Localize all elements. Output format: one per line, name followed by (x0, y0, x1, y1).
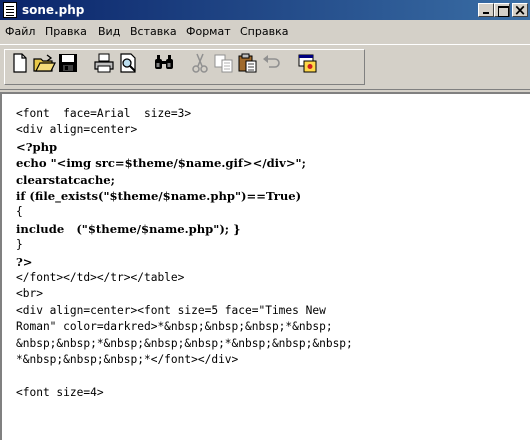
window-title: sone.php (22, 3, 85, 17)
find-icon[interactable] (152, 51, 176, 75)
save-icon[interactable] (56, 51, 80, 75)
menu-edit[interactable]: Правка (45, 25, 87, 39)
menu-bar: Файл Правка Вид Вставка Формат Справка (0, 22, 530, 42)
cut-icon[interactable] (188, 51, 212, 75)
menu-insert[interactable]: Вставка (130, 25, 177, 39)
toolbar (0, 44, 530, 90)
code-line: Roman" color=darkred>*&nbsp;&nbsp;&nbsp;… (16, 320, 333, 334)
notepad-window: sone.php Файл Правка Вид Вставка Формат … (0, 0, 530, 440)
code-line: <br> (16, 287, 43, 301)
text-editor[interactable]: <font face=Arial size=3> <div align=cente… (0, 92, 530, 440)
code-line: clearstatcache; (16, 172, 115, 187)
undo-icon[interactable] (260, 51, 284, 75)
new-document-icon[interactable] (8, 51, 32, 75)
code-line: include ("$theme/$name.php"); } (16, 221, 241, 236)
maximize-button[interactable] (494, 3, 510, 17)
code-line: &nbsp;&nbsp;*&nbsp;&nbsp;&nbsp;*&nbsp;&n… (16, 336, 353, 350)
menu-format[interactable]: Формат (186, 25, 231, 39)
code-line: <font size=4> (16, 385, 104, 399)
code-line: <div align=center> (16, 123, 138, 137)
minimize-button[interactable] (478, 3, 494, 17)
menu-view[interactable]: Вид (98, 25, 120, 39)
code-line: <div align=center><font size=5 face="Tim… (16, 303, 326, 317)
code-line: ?> (16, 254, 33, 269)
code-line: } (16, 238, 23, 252)
insert-object-icon[interactable] (296, 51, 320, 75)
code-line: <?php (16, 139, 58, 154)
menu-file[interactable]: Файл (5, 25, 35, 39)
code-line: echo "<img src=$theme/$name.gif></div>"; (16, 156, 306, 171)
document-icon[interactable] (3, 2, 17, 18)
title-bar[interactable]: sone.php (0, 0, 530, 20)
code-line: { (16, 205, 23, 219)
code-line: if (file_exists("$theme/$name.php")==Tru… (16, 189, 302, 203)
print-icon[interactable] (92, 51, 116, 75)
code-line: <font face=Arial size=3> (16, 107, 192, 120)
close-button[interactable] (512, 1, 528, 19)
code-line: </font></td></tr></table> (16, 271, 185, 284)
open-folder-icon[interactable] (32, 51, 56, 75)
print-preview-icon[interactable] (116, 51, 140, 75)
paste-icon[interactable] (236, 51, 260, 75)
copy-icon[interactable] (212, 51, 236, 75)
menu-help[interactable]: Справка (240, 25, 288, 39)
code-line: *&nbsp;&nbsp;&nbsp;*</font></div> (16, 353, 239, 366)
